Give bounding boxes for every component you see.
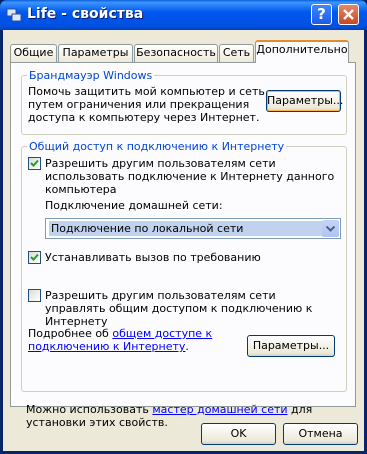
- home-network-wizard-link[interactable]: мастер домашней сети: [152, 403, 287, 416]
- allow-control-checkbox[interactable]: [28, 289, 41, 302]
- window-title: Life - свойства: [27, 6, 144, 22]
- ok-button[interactable]: OK: [201, 423, 276, 445]
- help-icon: ?: [317, 5, 326, 23]
- cancel-button[interactable]: Отмена: [283, 423, 358, 445]
- tab-advanced[interactable]: Дополнительно: [255, 40, 349, 63]
- firewall-group: Брандмауэр Windows Помочь защитить мой к…: [21, 69, 347, 135]
- tab-general[interactable]: Общие: [10, 44, 57, 62]
- dial-on-demand-label[interactable]: Устанавливать вызов по требованию: [45, 251, 340, 264]
- close-icon: [343, 9, 354, 20]
- more-info-text: Подробнее об общем доступе к подключению…: [28, 327, 213, 353]
- home-network-label: Подключение домашней сети:: [45, 199, 223, 212]
- title-bar[interactable]: Life - свойства ?: [0, 0, 367, 30]
- checkmark-icon: [30, 159, 39, 167]
- tab-options[interactable]: Параметры: [58, 44, 133, 62]
- properties-window: Life - свойства ? Общие Параметры Безопа…: [0, 0, 367, 454]
- allow-control-label[interactable]: Разрешить другим пользователям сети упра…: [45, 289, 335, 328]
- chevron-down-icon: [326, 226, 335, 232]
- allow-connect-label[interactable]: Разрешить другим пользователям сети испо…: [45, 157, 340, 196]
- network-connection-icon: [6, 8, 22, 22]
- ics-group-title: Общий доступ к подключению к Интернету: [27, 140, 287, 153]
- home-network-select[interactable]: Подключение по локальной сети: [45, 218, 341, 239]
- dropdown-button[interactable]: [322, 220, 339, 237]
- home-network-value: Подключение по локальной сети: [49, 221, 322, 236]
- firewall-settings-button[interactable]: Параметры...: [266, 90, 343, 112]
- firewall-group-title: Брандмауэр Windows: [27, 69, 155, 82]
- dial-on-demand-checkbox[interactable]: [28, 251, 41, 264]
- allow-connect-checkbox[interactable]: [28, 157, 41, 170]
- help-button[interactable]: ?: [311, 4, 332, 25]
- tab-network[interactable]: Сеть: [219, 44, 254, 62]
- ics-group: Общий доступ к подключению к Интернету Р…: [21, 140, 347, 392]
- close-button[interactable]: [338, 4, 359, 25]
- advanced-panel: Брандмауэр Windows Помочь защитить мой к…: [10, 62, 356, 429]
- dialog-body: Общие Параметры Безопасность Сеть Дополн…: [3, 30, 364, 451]
- firewall-description: Помочь защитить мой компьютер и сеть пут…: [28, 85, 265, 124]
- ics-settings-button[interactable]: Параметры...: [247, 335, 335, 357]
- tab-security[interactable]: Безопасность: [134, 44, 218, 62]
- checkmark-icon: [30, 253, 39, 261]
